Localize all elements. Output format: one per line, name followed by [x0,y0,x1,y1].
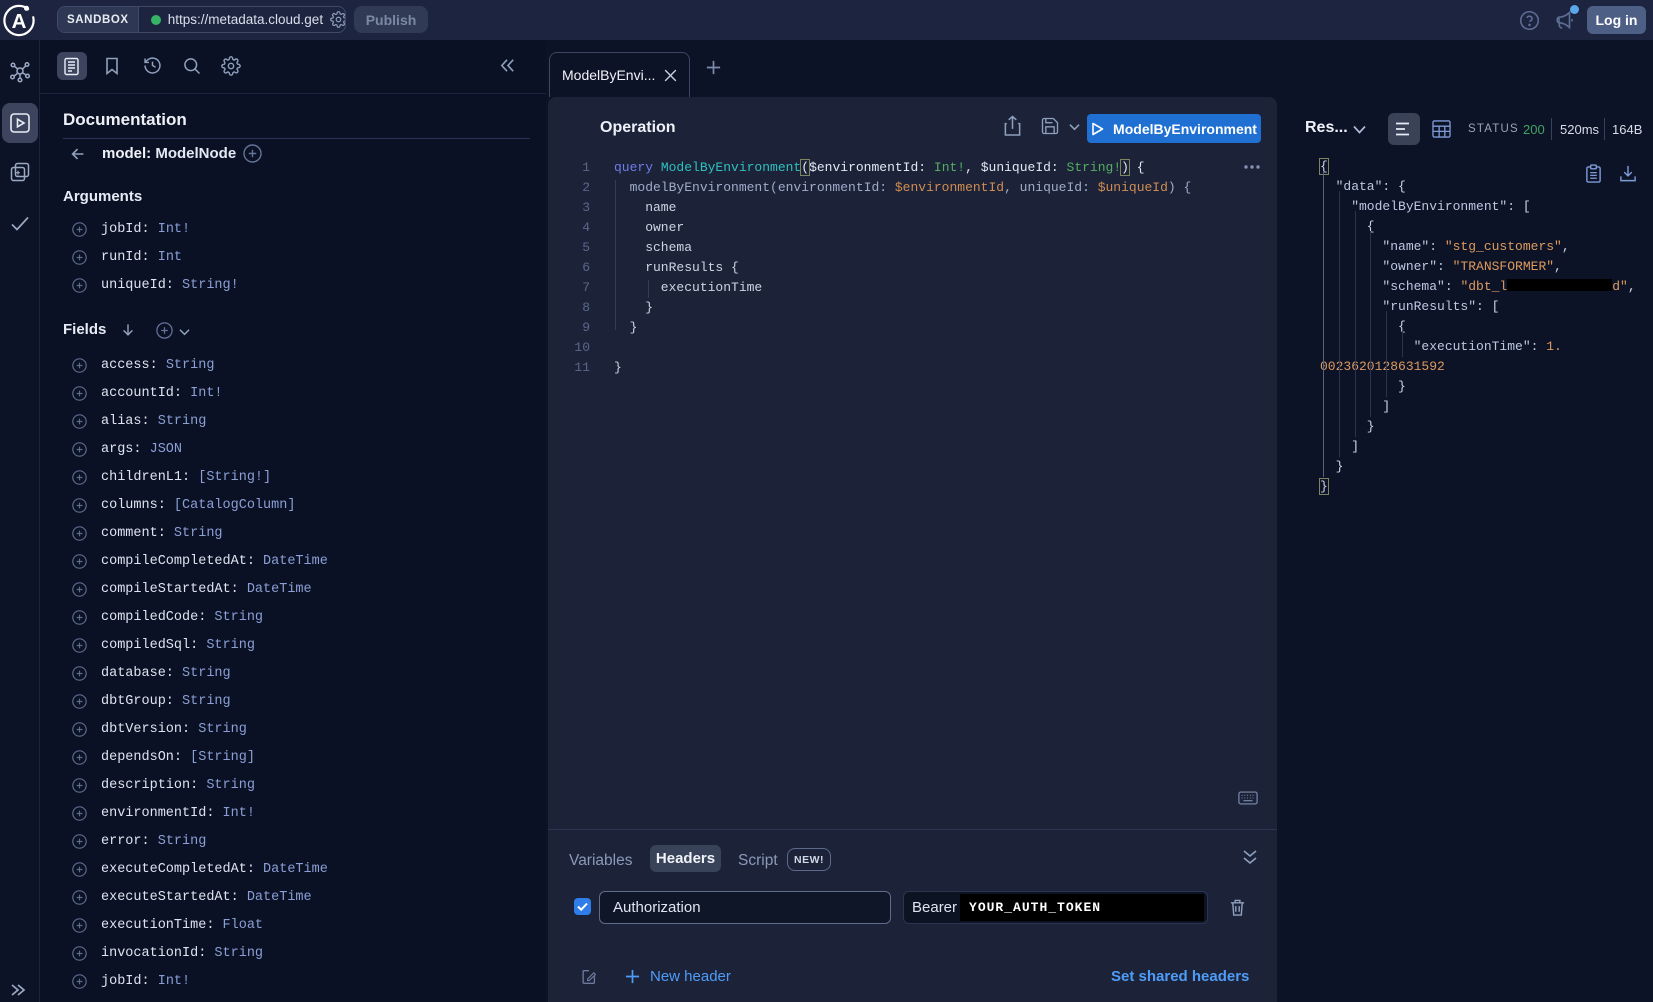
svg-text:A: A [12,10,27,33]
